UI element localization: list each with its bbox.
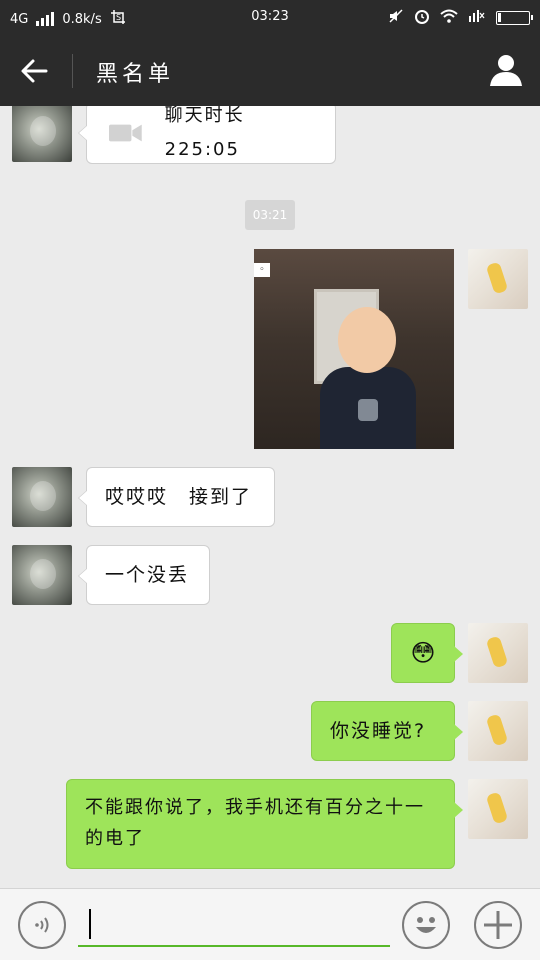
message-text: 哎哎哎 接到了 xyxy=(105,486,253,508)
image-badge-icon: ◦ xyxy=(254,263,270,277)
message-input[interactable] xyxy=(78,901,390,947)
message-list[interactable]: 聊天时长 225:05 03:21 ◦ 哎哎哎 接到了 一个没丢 😳 你没睡觉?… xyxy=(0,106,540,888)
message-text: 你没睡觉? xyxy=(330,720,427,742)
video-call-text: 聊天时长 225:05 xyxy=(164,106,245,160)
friend-avatar[interactable] xyxy=(12,467,72,527)
mute-icon xyxy=(388,8,404,28)
arrow-left-icon xyxy=(21,59,48,83)
photo-message[interactable]: ◦ xyxy=(254,249,454,449)
voice-icon xyxy=(35,917,49,933)
status-bar: 4G 0.8k/s S 03:23 xyxy=(0,0,540,34)
status-right xyxy=(388,8,533,28)
timestamp: 03:21 xyxy=(245,200,295,230)
person-icon xyxy=(490,55,522,86)
voice-button[interactable] xyxy=(18,901,66,949)
message-text: 不能跟你说了，我手机还有百分之十一的电了 xyxy=(85,797,425,849)
title-divider xyxy=(72,54,73,88)
message-text: 一个没丢 xyxy=(105,564,190,586)
emoji-bubble[interactable]: 😳 xyxy=(391,623,463,683)
plus-icon xyxy=(484,911,512,939)
my-avatar[interactable] xyxy=(468,249,528,309)
text-bubble[interactable]: 哎哎哎 接到了 xyxy=(78,467,275,527)
video-call-bubble[interactable]: 聊天时长 225:05 xyxy=(78,106,336,164)
my-avatar[interactable] xyxy=(468,779,528,839)
alarm-icon xyxy=(414,8,430,28)
wifi-icon xyxy=(440,9,458,27)
title-bar: 黑名单 xyxy=(0,34,540,106)
my-avatar[interactable] xyxy=(468,623,528,683)
profile-button[interactable] xyxy=(488,52,524,88)
input-bar xyxy=(0,888,540,960)
text-bubble[interactable]: 不能跟你说了，我手机还有百分之十一的电了 xyxy=(66,779,463,869)
friend-avatar[interactable] xyxy=(12,545,72,605)
emoji-button[interactable] xyxy=(402,901,450,949)
text-bubble[interactable]: 一个没丢 xyxy=(78,545,210,605)
battery-level xyxy=(498,13,501,22)
smiley-face-icon xyxy=(416,917,436,933)
chat-title: 黑名单 xyxy=(96,62,175,87)
video-camera-icon xyxy=(109,124,142,142)
my-avatar[interactable] xyxy=(468,701,528,761)
back-button[interactable] xyxy=(18,54,52,88)
flushed-face-icon: 😳 xyxy=(410,639,436,667)
more-button[interactable] xyxy=(474,901,522,949)
text-bubble[interactable]: 你没睡觉? xyxy=(311,701,463,761)
cell-signal-off-icon xyxy=(468,9,486,27)
battery-icon xyxy=(496,11,533,25)
friend-avatar[interactable] xyxy=(12,106,72,162)
text-cursor xyxy=(89,909,91,939)
